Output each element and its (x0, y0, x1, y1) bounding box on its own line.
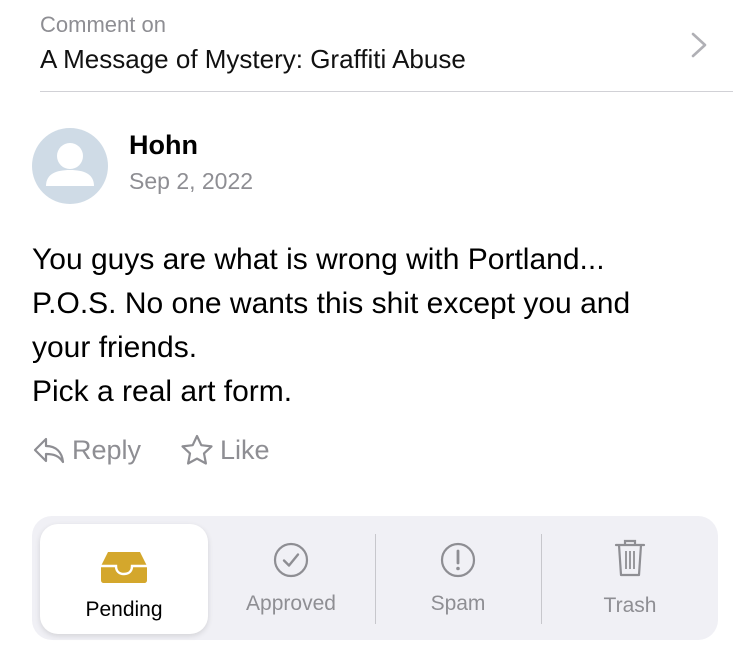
comment-text: You guys are what is wrong with Portland… (32, 238, 712, 414)
comment-detail-screen: Comment on A Message of Mystery: Graffit… (0, 0, 733, 647)
person-silhouette-icon (46, 143, 94, 186)
segment-pending[interactable]: Pending (40, 524, 208, 634)
comment-line: Pick a real art form. (32, 375, 293, 408)
segment-label: Spam (430, 592, 486, 615)
segment-approved[interactable]: Approved (208, 516, 374, 640)
chevron-right-icon[interactable] (689, 30, 709, 60)
exclamation-circle-icon (440, 542, 476, 578)
like-label: Like (220, 434, 270, 465)
star-icon (181, 434, 213, 465)
reply-label: Reply (72, 434, 142, 465)
comment-line: P.O.S. No one wants this shit except you… (32, 287, 631, 320)
segment-label: Approved (246, 592, 336, 615)
inbox-tray-icon (101, 552, 147, 583)
reply-button[interactable]: Reply (32, 432, 141, 468)
post-title[interactable]: A Message of Mystery: Graffiti Abuse (40, 44, 466, 75)
comment-date: Sep 2, 2022 (129, 168, 254, 194)
moderation-status-control: Pending Approved Spam Trash (32, 516, 718, 640)
post-link-header[interactable]: Comment on A Message of Mystery: Graffit… (40, 0, 733, 92)
reply-arrow-icon (33, 437, 65, 464)
segment-trash[interactable]: Trash (542, 516, 718, 640)
avatar (32, 128, 108, 204)
comment-on-label: Comment on (40, 12, 166, 37)
checkmark-circle-icon (273, 542, 309, 578)
segment-label: Trash (603, 594, 657, 617)
trash-can-icon (614, 539, 646, 577)
segment-spam[interactable]: Spam (376, 516, 540, 640)
segment-label: Pending (85, 598, 163, 621)
comment-line: You guys are what is wrong with Portland… (32, 243, 605, 276)
like-button[interactable]: Like (180, 432, 270, 468)
comment-author: Hohn (129, 130, 198, 160)
comment-line: your friends. (32, 331, 198, 364)
